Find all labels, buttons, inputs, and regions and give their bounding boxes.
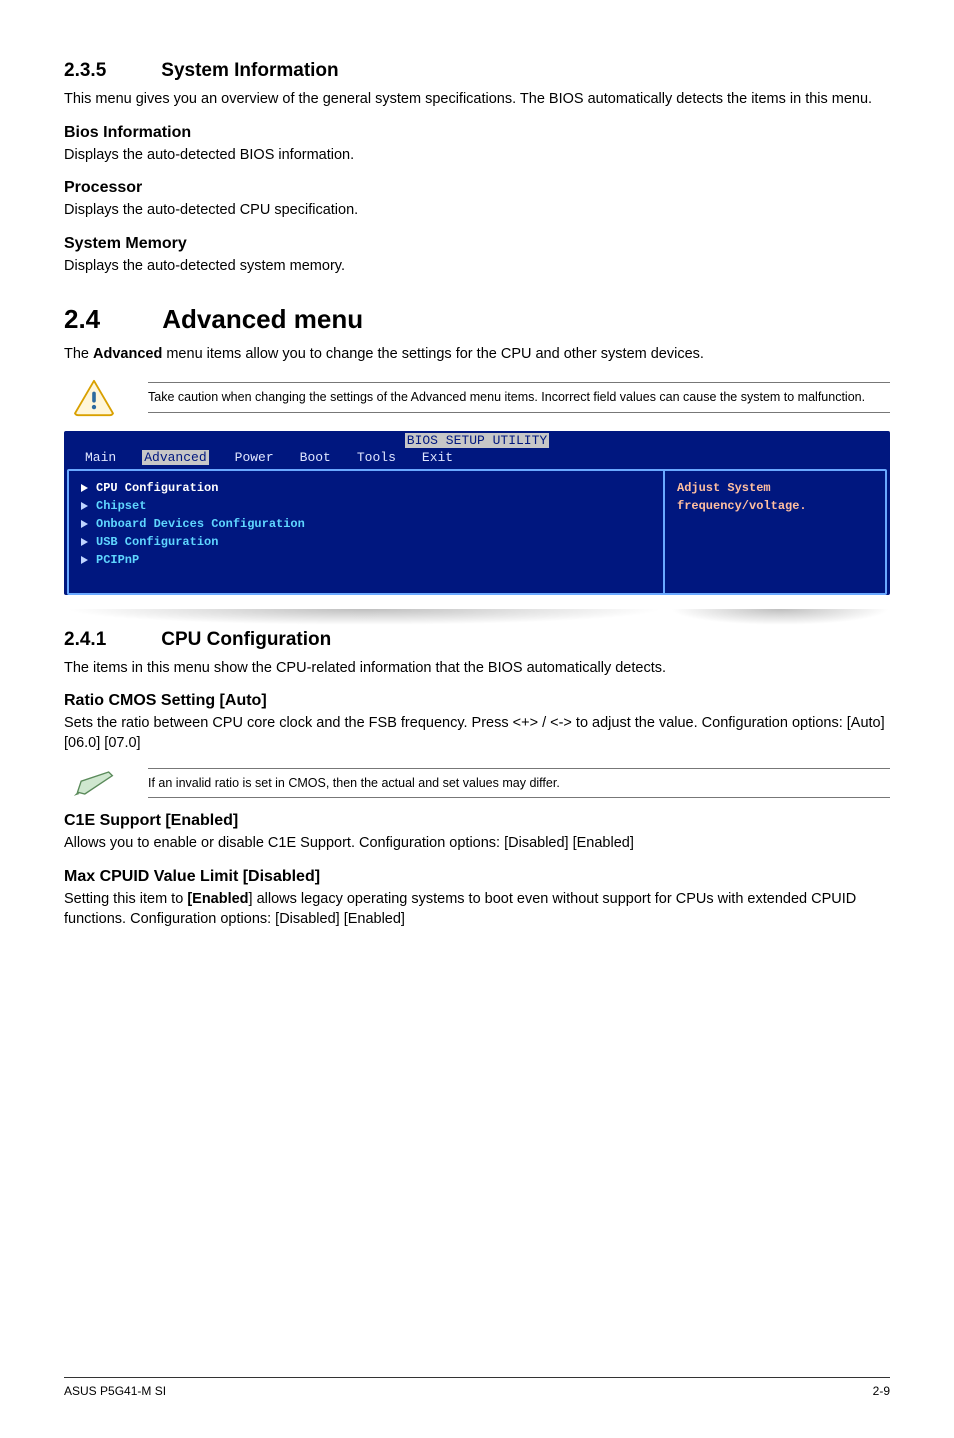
bios-help-panel: Adjust System frequency/voltage. (665, 471, 885, 593)
heading-title: System Information (161, 60, 338, 81)
system-memory-heading: System Memory (64, 235, 890, 253)
text: Setting this item to (64, 891, 187, 907)
note-callout: If an invalid ratio is set in CMOS, then… (64, 768, 890, 799)
bios-title-bar: BIOS SETUP UTILITY (67, 433, 887, 448)
intro-2-3-5: This menu gives you an overview of the g… (64, 90, 890, 110)
bios-item-onboard[interactable]: Onboard Devices Configuration (81, 515, 651, 533)
bios-item-label: Chipset (96, 497, 146, 515)
heading-2-4-1: 2.4.1 CPU Configuration (64, 629, 890, 651)
text: The (64, 346, 93, 362)
heading-number: 2.4 (64, 304, 156, 335)
caution-text: Take caution when changing the settings … (148, 382, 890, 413)
bios-tab-tools[interactable]: Tools (357, 450, 396, 465)
heading-number: 2.3.5 (64, 60, 156, 82)
heading-2-3-5: 2.3.5 System Information (64, 60, 890, 82)
heading-2-4: 2.4 Advanced menu (64, 304, 890, 335)
chevron-right-icon (81, 538, 88, 546)
bios-item-label: Onboard Devices Configuration (96, 515, 305, 533)
pencil-note-icon (72, 768, 116, 798)
heading-title: Advanced menu (162, 304, 363, 334)
note-text: If an invalid ratio is set in CMOS, then… (148, 768, 890, 799)
text-bold: [Enabled (187, 891, 248, 907)
bios-item-usb[interactable]: USB Configuration (81, 533, 651, 551)
footer-model: ASUS P5G41-M SI (64, 1384, 166, 1398)
caution-callout: Take caution when changing the settings … (64, 379, 890, 417)
intro-2-4: The Advanced menu items allow you to cha… (64, 345, 890, 365)
bios-setup-panel: BIOS SETUP UTILITY Main Advanced Power B… (64, 431, 890, 595)
bios-help-line: frequency/voltage. (677, 497, 873, 515)
bios-item-label: USB Configuration (96, 533, 218, 551)
bios-tab-exit[interactable]: Exit (422, 450, 453, 465)
ratio-heading: Ratio CMOS Setting [Auto] (64, 692, 890, 710)
text-bold: Advanced (93, 346, 162, 362)
note-icon (64, 768, 124, 798)
bios-title-text: BIOS SETUP UTILITY (405, 433, 549, 448)
warning-triangle-icon (72, 379, 116, 417)
heading-title: CPU Configuration (161, 629, 331, 650)
bios-item-label: PCIPnP (96, 551, 139, 569)
cpuid-body: Setting this item to [Enabled] allows le… (64, 890, 890, 929)
bios-item-chipset[interactable]: Chipset (81, 497, 651, 515)
bios-body: CPU Configuration Chipset Onboard Device… (67, 469, 887, 595)
heading-number: 2.4.1 (64, 629, 156, 651)
bios-help-line: Adjust System (677, 479, 873, 497)
text: menu items allow you to change the setti… (162, 346, 704, 362)
bios-shadow (64, 609, 890, 625)
chevron-right-icon (81, 556, 88, 564)
ratio-body: Sets the ratio between CPU core clock an… (64, 714, 890, 753)
bios-item-cpu[interactable]: CPU Configuration (81, 479, 651, 497)
bios-tab-advanced[interactable]: Advanced (142, 450, 208, 465)
chevron-right-icon (81, 484, 88, 492)
bios-item-label: CPU Configuration (96, 479, 218, 497)
page-footer: ASUS P5G41-M SI 2-9 (64, 1378, 890, 1398)
intro-2-4-1: The items in this menu show the CPU-rela… (64, 659, 890, 679)
chevron-right-icon (81, 502, 88, 510)
processor-heading: Processor (64, 179, 890, 197)
bios-info-body: Displays the auto-detected BIOS informat… (64, 146, 890, 166)
bios-menu-list: CPU Configuration Chipset Onboard Device… (69, 471, 665, 593)
c1e-body: Allows you to enable or disable C1E Supp… (64, 834, 890, 854)
footer-page-number: 2-9 (873, 1384, 890, 1398)
bios-tab-main[interactable]: Main (85, 450, 116, 465)
bios-tab-boot[interactable]: Boot (300, 450, 331, 465)
bios-info-heading: Bios Information (64, 124, 890, 142)
caution-icon (64, 379, 124, 417)
c1e-heading: C1E Support [Enabled] (64, 812, 890, 830)
bios-tab-power[interactable]: Power (235, 450, 274, 465)
system-memory-body: Displays the auto-detected system memory… (64, 257, 890, 277)
processor-body: Displays the auto-detected CPU specifica… (64, 201, 890, 221)
cpuid-heading: Max CPUID Value Limit [Disabled] (64, 868, 890, 886)
chevron-right-icon (81, 520, 88, 528)
bios-item-pcipnp[interactable]: PCIPnP (81, 551, 651, 569)
bios-tab-bar: Main Advanced Power Boot Tools Exit (67, 448, 887, 469)
